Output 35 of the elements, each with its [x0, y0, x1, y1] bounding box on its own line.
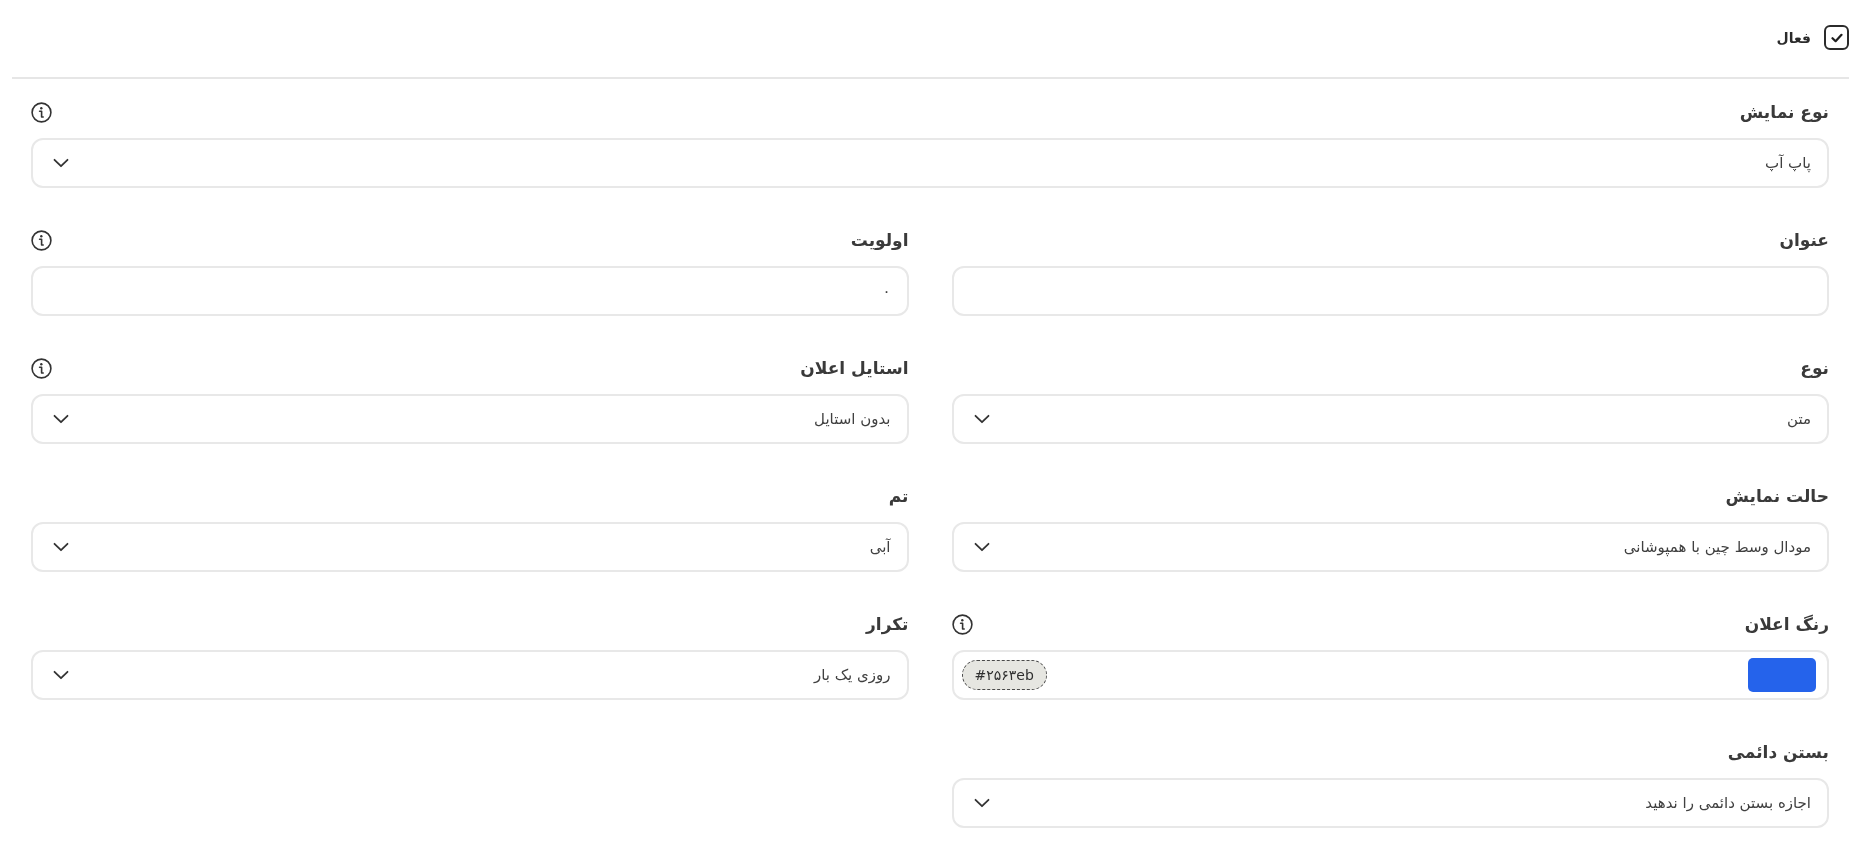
chevron-down-icon: [53, 158, 69, 168]
chevron-down-icon: [973, 542, 990, 552]
field-label: عنوان: [1779, 229, 1829, 252]
chevron-down-icon: [973, 414, 990, 424]
select-field[interactable]: مودال وسط چین با همپوشانی: [951, 522, 1829, 572]
color-field[interactable]: #۲۵۶۳eb: [951, 650, 1829, 700]
select-field[interactable]: پاپ آپ: [31, 138, 1829, 188]
select-field[interactable]: متن: [951, 394, 1829, 444]
select-field[interactable]: اجازه بستن دائمی را ندهید: [951, 778, 1829, 828]
field-label: تکرار: [866, 613, 909, 637]
color-code-tag: #۲۵۶۳eb: [961, 660, 1047, 690]
chevron-down-icon: [973, 798, 990, 808]
field-label: رنگ اعلان: [1744, 613, 1829, 636]
chevron-down-icon: [53, 542, 69, 552]
field-label: بستن دائمی: [1727, 741, 1829, 765]
field-label: اولویت: [850, 229, 909, 252]
field-label: تم: [888, 485, 909, 508]
field-label: نوع: [1800, 357, 1829, 380]
color-swatch-icon[interactable]: [1748, 658, 1816, 692]
checkbox-label: فعال: [1776, 28, 1811, 48]
checkmark-icon: [1830, 32, 1843, 43]
select-field[interactable]: آبی: [31, 522, 909, 572]
info-icon[interactable]: [31, 357, 52, 379]
field-label: نوع نمایش: [1739, 101, 1829, 124]
text-field[interactable]: ۰: [31, 266, 909, 316]
select-field[interactable]: بدون استایل: [31, 394, 909, 444]
chevron-down-icon: [53, 670, 69, 680]
info-icon[interactable]: [951, 613, 973, 635]
checkbox[interactable]: [1824, 25, 1849, 50]
info-icon[interactable]: [31, 101, 52, 123]
field-label: استایل اعلان: [800, 357, 909, 380]
select-field[interactable]: روزی یک بار: [31, 650, 909, 700]
info-icon[interactable]: [31, 229, 52, 251]
chevron-down-icon: [53, 414, 69, 424]
field-label: حالت نمایش: [1725, 485, 1829, 508]
